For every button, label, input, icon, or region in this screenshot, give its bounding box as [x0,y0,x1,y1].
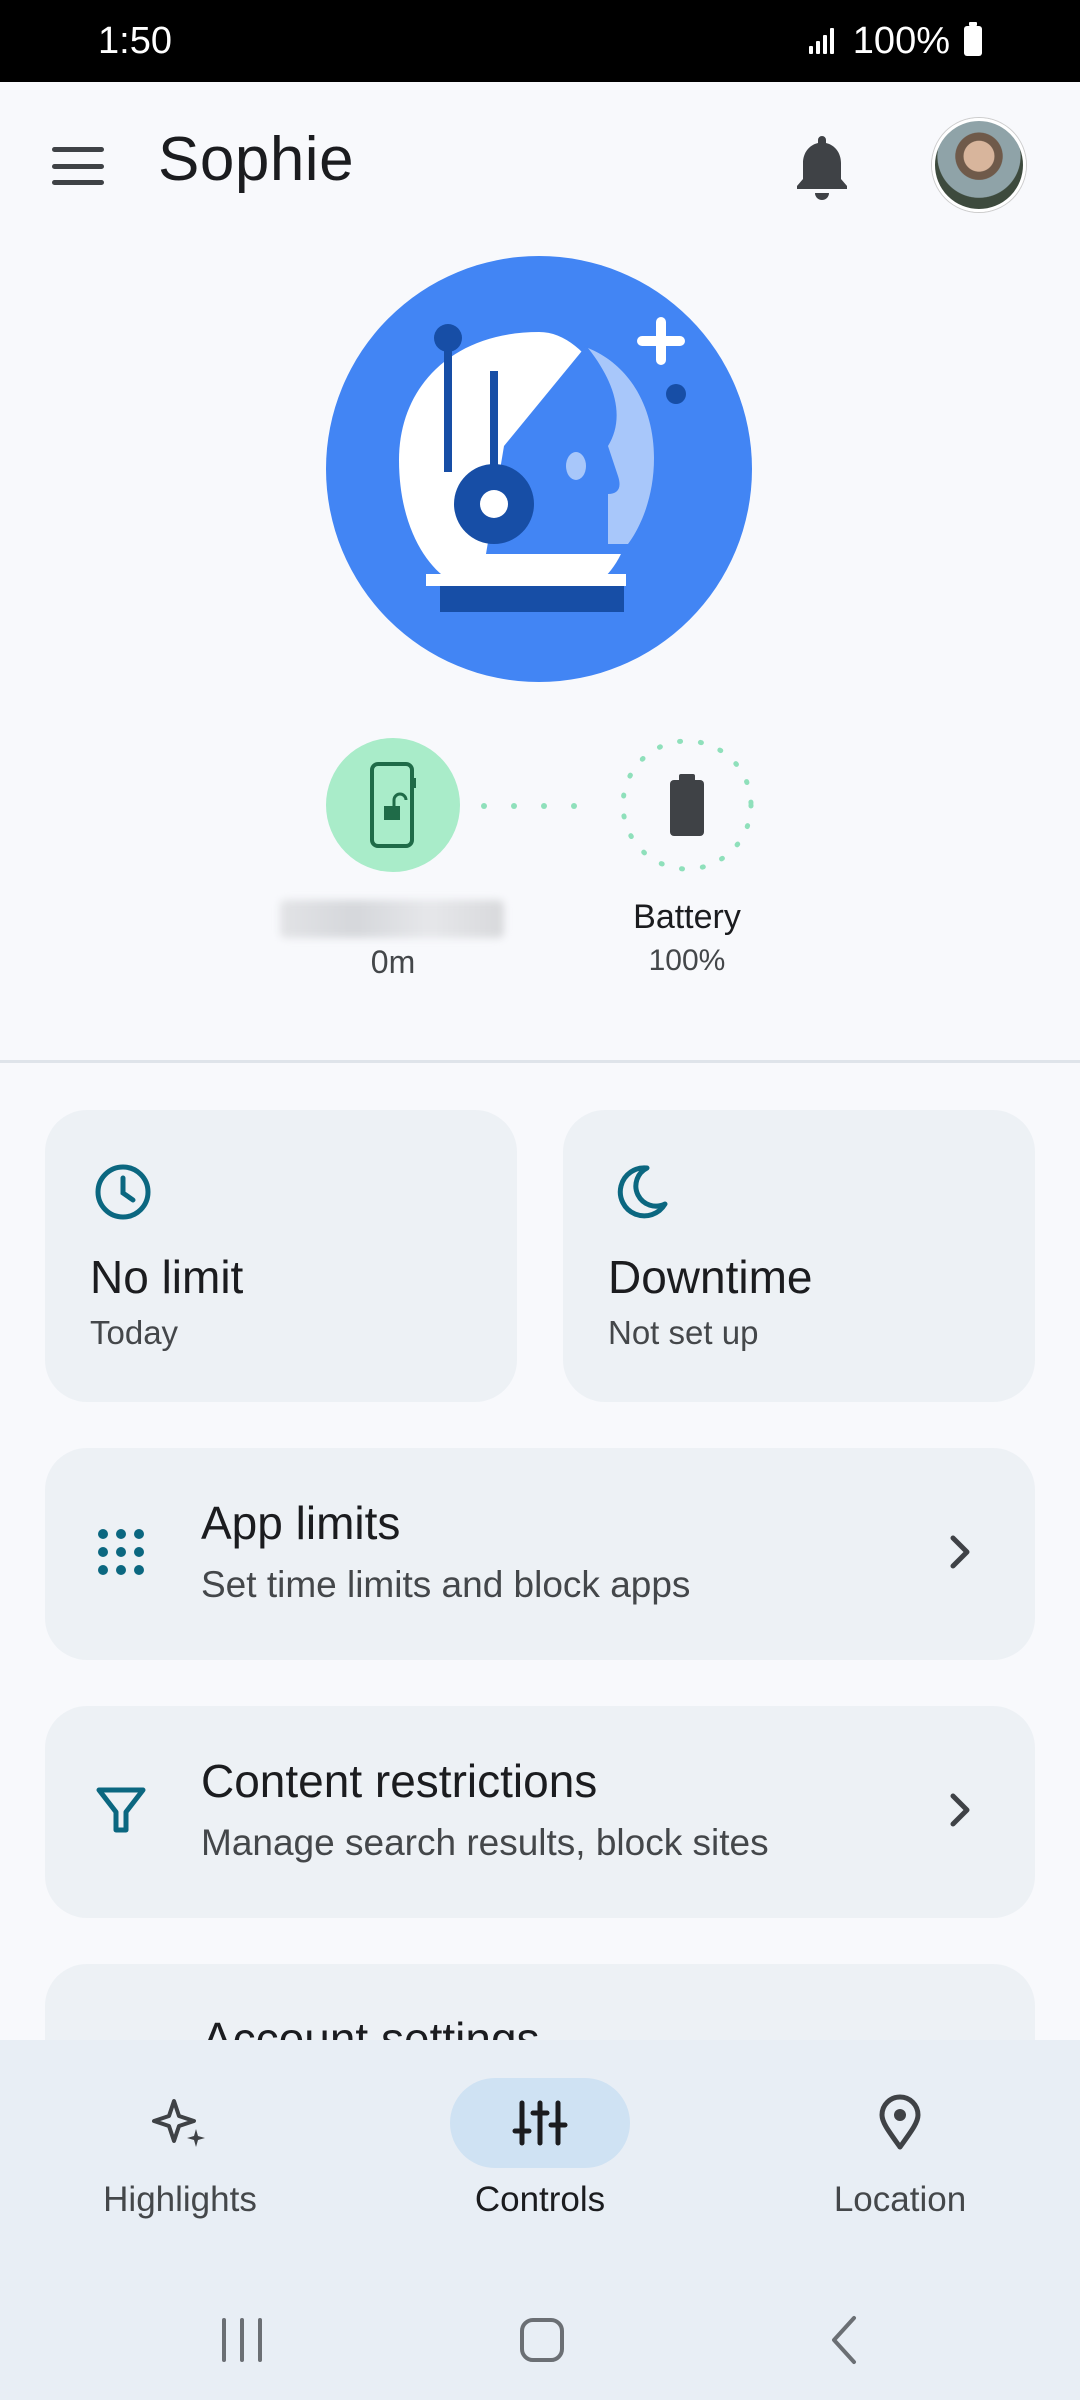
app-limits-title: App limits [201,1497,401,1549]
signal-icon [808,26,839,56]
connection-dots [481,803,577,809]
nav-highlights[interactable]: Highlights [0,2040,360,2240]
phone-unlock-icon [370,762,416,848]
sliders-icon [512,2100,568,2146]
bell-icon[interactable] [790,132,854,202]
menu-icon[interactable] [52,147,104,185]
hero-illustration [326,256,752,682]
battery-status-icon [620,738,754,872]
screen-time-card[interactable]: No limit Today [45,1110,517,1402]
avatar[interactable] [932,118,1026,212]
downtime-card[interactable]: Downtime Not set up [563,1110,1035,1402]
device-name-blurred [280,900,504,938]
screen-time-subtitle: Today [90,1314,179,1351]
content-restrictions-row[interactable]: Content restrictions Manage search resul… [45,1706,1035,1918]
grid-icon [98,1529,144,1575]
content-restrictions-subtitle: Manage search results, block sites [201,1822,769,1863]
moon-icon [617,1165,668,1219]
divider [0,1060,1080,1063]
downtime-subtitle: Not set up [608,1314,759,1351]
content-restrictions-title: Content restrictions [201,1755,598,1807]
chevron-right-icon [950,1535,970,1569]
battery-label: Battery [633,898,741,936]
downtime-title: Downtime [608,1251,813,1303]
device-status-indicator[interactable] [326,738,460,872]
sparkle-icon [152,2099,205,2147]
battery-value: 100% [648,944,726,977]
status-bar: 1:50 100% [0,0,1080,82]
system-navigation-bar [0,2280,1080,2400]
page-title: Sophie [158,125,355,194]
app-bar: Sophie [0,82,1080,248]
home-icon[interactable] [512,2310,572,2370]
chevron-right-icon [950,1793,970,1827]
recent-apps-icon[interactable] [212,2310,272,2370]
location-pin-icon [879,2094,921,2150]
nav-controls-label: Controls [474,2180,606,2219]
back-icon[interactable] [816,2310,876,2370]
app-limits-row[interactable]: App limits Set time limits and block app… [45,1448,1035,1660]
nav-controls[interactable]: Controls [360,2040,720,2240]
status-icons: 100% [808,19,982,63]
nav-location-label: Location [833,2180,967,2219]
filter-icon [96,1787,146,1833]
nav-highlights-label: Highlights [103,2180,257,2219]
status-time: 1:50 [98,19,172,62]
battery-percent: 100% [852,19,950,62]
screen-time-title: No limit [90,1251,244,1303]
bottom-navigation: Highlights Controls Location [0,2040,1080,2280]
battery-icon [964,22,982,56]
app-limits-subtitle: Set time limits and block apps [201,1564,691,1605]
device-time-used: 0m [370,944,416,980]
nav-location[interactable]: Location [720,2040,1080,2240]
clock-icon [95,1164,151,1220]
